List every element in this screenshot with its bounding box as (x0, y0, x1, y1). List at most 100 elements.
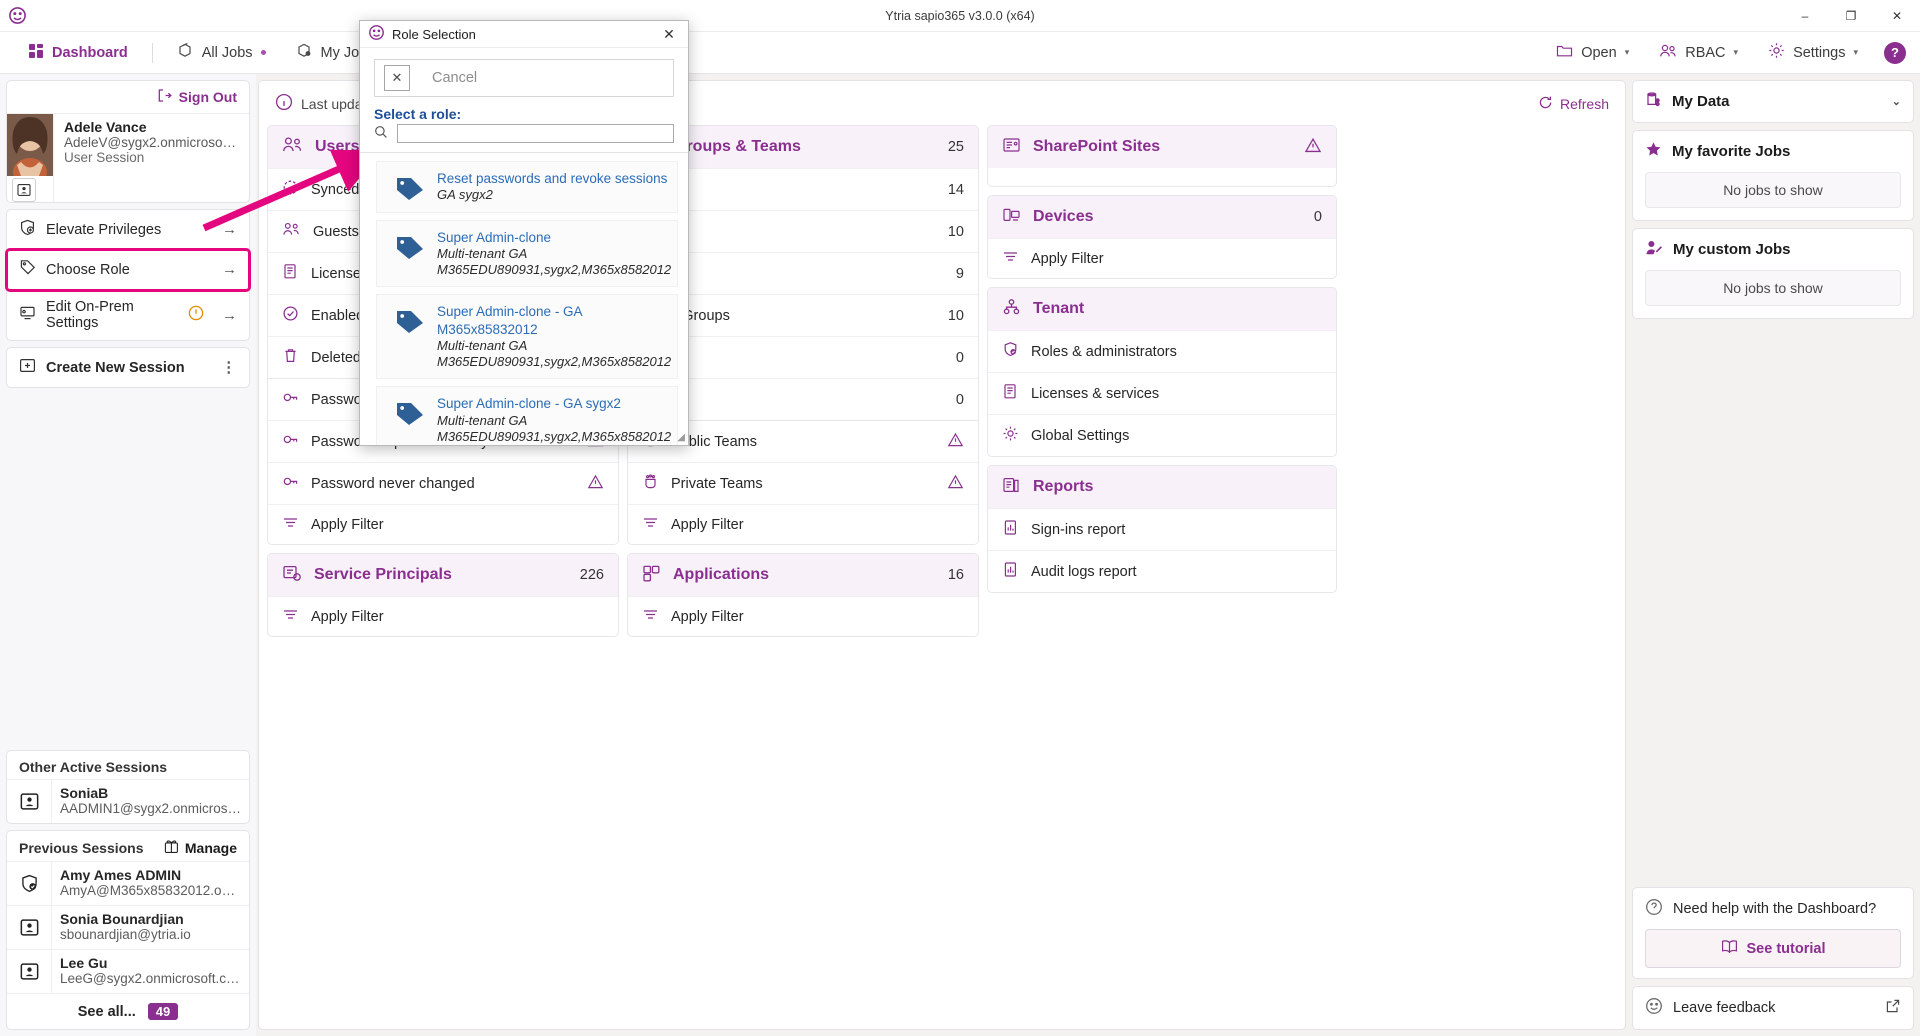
dialog-title-bar: Role Selection ✕ (360, 21, 688, 48)
session-meta: Amy Ames ADMIN AmyA@M365x85832012.onmicr… (51, 862, 249, 905)
sidebar-item-edit-onprem-settings[interactable]: Edit On-Prem Settings → (7, 290, 249, 340)
applications-apply-filter[interactable]: Apply Filter (628, 596, 978, 636)
people-icon (1659, 43, 1677, 63)
settings-button[interactable]: Settings ▾ (1754, 36, 1872, 69)
manage-label: Manage (185, 840, 237, 856)
applications-icon (642, 564, 661, 586)
list-item[interactable]: Super Admin-clone - GA sygx2 Multi-tenan… (376, 386, 678, 445)
list-item[interactable]: Reset passwords and revoke sessions GA s… (376, 161, 678, 213)
see-tutorial-button[interactable]: See tutorial (1645, 929, 1901, 968)
rail-spacer (1632, 326, 1914, 880)
role-list[interactable]: Reset passwords and revoke sessions GA s… (360, 152, 688, 445)
minimize-button[interactable]: – (1782, 0, 1828, 32)
list-item[interactable]: SoniaB AADMIN1@sygx2.onmicrosoft.com (7, 779, 249, 823)
role-search-input[interactable] (397, 124, 674, 143)
resize-grip[interactable]: ◢ (677, 432, 685, 443)
chevron-down-icon: ▾ (1734, 47, 1739, 58)
role-selection-dialog: Role Selection ✕ ✕ Cancel Select a role:… (359, 20, 689, 446)
card-devices-header[interactable]: Devices 0 (988, 196, 1336, 238)
more-options-icon[interactable]: ⋮ (222, 360, 238, 376)
see-all-button[interactable]: See all... 49 (7, 993, 249, 1029)
row-password-never-changed[interactable]: Password never changed (268, 462, 618, 504)
warning-triangle-icon (947, 432, 964, 452)
help-button[interactable]: ? (1884, 42, 1906, 64)
sidebar-item-choose-role[interactable]: Choose Role → (7, 250, 249, 290)
row-licenses-services[interactable]: Licenses & services (988, 372, 1336, 414)
custom-jobs-header: My custom Jobs (1633, 229, 1913, 270)
list-item[interactable]: Super Admin-clone Multi-tenant GA M365ED… (376, 220, 678, 288)
open-button[interactable]: Open ▾ (1542, 37, 1643, 69)
sign-out-label: Sign Out (179, 89, 237, 105)
create-new-session-card[interactable]: Create New Session ⋮ (6, 347, 250, 388)
list-item[interactable]: Super Admin-clone - GA M365x85832012 Mul… (376, 294, 678, 379)
my-data-header[interactable]: My Data ⌄ (1633, 81, 1913, 122)
sharepoint-icon (1002, 136, 1021, 158)
session-name: SoniaB (60, 785, 241, 801)
list-item[interactable]: Sonia Bounardjian sbounardjian@ytria.io (7, 905, 249, 949)
card-service-principals-header[interactable]: Service Principals 226 (268, 554, 618, 596)
previous-sessions-label: Previous Sessions (19, 840, 144, 856)
card-users-title: Users (315, 138, 359, 156)
create-new-session-label: Create New Session (46, 360, 185, 376)
leave-feedback-row[interactable]: Leave feedback (1633, 987, 1913, 1029)
star-icon (1645, 141, 1662, 162)
row-audit-logs-report[interactable]: Audit logs report (988, 550, 1336, 592)
favorite-jobs-card: My favorite Jobs No jobs to show (1632, 130, 1914, 221)
groups-apply-filter[interactable]: Apply Filter (628, 504, 978, 544)
card-applications-header[interactable]: Applications 16 (628, 554, 978, 596)
teams-icon (642, 473, 659, 494)
rbac-button[interactable]: RBAC ▾ (1645, 37, 1752, 69)
dialog-close-button[interactable]: ✕ (656, 23, 682, 45)
card-service-principals-count: 226 (580, 567, 604, 583)
favorite-jobs-header: My favorite Jobs (1633, 131, 1913, 172)
sign-out-button[interactable]: Sign Out (7, 81, 249, 114)
book-icon (1721, 939, 1738, 958)
reports-icon (1002, 476, 1021, 498)
users-apply-filter[interactable]: Apply Filter (268, 504, 618, 544)
window-title: Ytria sapio365 v3.0.0 (x64) (0, 9, 1920, 23)
app-body: Sign Out (0, 74, 1920, 1036)
card-devices-title: Devices (1033, 208, 1094, 226)
current-user: Adele Vance AdeleV@sygx2.onmicrosoft.com… (7, 114, 249, 202)
help-line: Need help with the Dashboard? (1645, 898, 1901, 920)
row-global-settings[interactable]: Global Settings (988, 414, 1336, 456)
devices-apply-filter[interactable]: Apply Filter (988, 238, 1336, 278)
row-deleted-label: Deleted (311, 350, 361, 366)
row-licenses-services-label: Licenses & services (1031, 386, 1159, 402)
row-global-settings-label: Global Settings (1031, 428, 1129, 444)
list-item[interactable]: Lee Gu LeeG@sygx2.onmicrosoft.com (7, 949, 249, 993)
maximize-button[interactable]: ❐ (1828, 0, 1874, 32)
database-icon (1645, 91, 1662, 112)
tab-dashboard[interactable]: Dashboard (14, 37, 142, 69)
card-tenant-header[interactable]: Tenant (988, 288, 1336, 330)
row-signins-report[interactable]: Sign-ins report (988, 508, 1336, 550)
dashboard-icon (28, 43, 44, 63)
guests-icon (282, 221, 301, 242)
refresh-button[interactable]: Refresh (1538, 95, 1609, 113)
service-principals-apply-filter[interactable]: Apply Filter (268, 596, 618, 636)
settings-label: Settings (1793, 45, 1845, 61)
chevron-right-icon: → (222, 221, 237, 238)
warning-icon (188, 305, 204, 325)
elevate-privileges-label: Elevate Privileges (46, 222, 161, 238)
card-reports-header[interactable]: Reports (988, 466, 1336, 508)
sidebar-item-elevate-privileges[interactable]: Elevate Privileges → (7, 210, 249, 250)
shield-check-icon (1002, 341, 1019, 362)
cancel-bar[interactable]: ✕ Cancel (374, 59, 674, 97)
card-sharepoint-sites-header[interactable]: SharePoint Sites (988, 126, 1336, 168)
row-private-teams[interactable]: Private Teams (628, 462, 978, 504)
create-new-session-row[interactable]: Create New Session ⋮ (7, 348, 249, 387)
password-icon (282, 389, 299, 410)
list-item[interactable]: Amy Ames ADMIN AmyA@M365x85832012.onmicr… (7, 861, 249, 905)
my-data-card[interactable]: My Data ⌄ (1632, 80, 1914, 123)
user-card-icon (7, 950, 51, 993)
chevron-down-icon[interactable]: ⌄ (1892, 95, 1901, 108)
help-card: Need help with the Dashboard? See tutori… (1632, 887, 1914, 979)
tab-all-jobs[interactable]: All Jobs (163, 36, 280, 69)
close-icon[interactable]: ✕ (384, 65, 410, 91)
row-roles-administrators[interactable]: Roles & administrators (988, 330, 1336, 372)
app-logo-icon (369, 25, 384, 44)
manage-button[interactable]: Manage (164, 839, 237, 857)
feedback-card[interactable]: Leave feedback (1632, 986, 1914, 1030)
close-button[interactable]: ✕ (1874, 0, 1920, 32)
